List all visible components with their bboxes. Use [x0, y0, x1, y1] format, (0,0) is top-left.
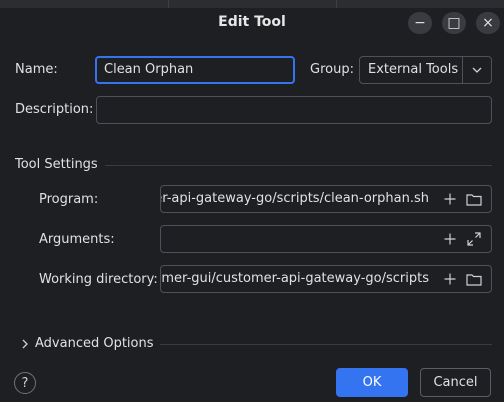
close-icon: × [482, 15, 494, 31]
chevron-right-icon [18, 339, 32, 349]
help-icon: ? [21, 375, 29, 391]
group-dropdown[interactable]: External Tools [359, 56, 492, 84]
minimize-button[interactable]: − [408, 12, 432, 34]
group-dropdown-toggle[interactable] [462, 57, 491, 83]
tool-settings-heading: Tool Settings [15, 157, 98, 172]
minimize-icon: − [414, 15, 426, 31]
plus-icon[interactable] [441, 230, 459, 248]
folder-icon[interactable] [465, 270, 483, 288]
program-input-value: er-api-gateway-go/scripts/clean-orphan.s… [160, 191, 429, 206]
expand-icon[interactable] [465, 230, 483, 248]
strip-divider [336, 0, 337, 8]
cancel-button[interactable]: Cancel [420, 368, 491, 397]
working-directory-input-value: mer-gui/customer-api-gateway-go/scripts [161, 271, 429, 286]
arguments-input[interactable] [160, 225, 492, 253]
strip-divider [168, 0, 169, 8]
description-label: Description: [15, 102, 94, 117]
working-directory-input[interactable]: mer-gui/customer-api-gateway-go/scripts [160, 265, 492, 293]
plus-icon[interactable] [441, 270, 459, 288]
advanced-options-label: Advanced Options [35, 336, 154, 351]
program-input[interactable]: er-api-gateway-go/scripts/clean-orphan.s… [160, 185, 492, 213]
working-directory-label: Working directory: [39, 272, 158, 287]
background-window-strip [0, 0, 504, 8]
name-label: Name: [15, 62, 58, 77]
advanced-divider [160, 344, 492, 345]
chevron-down-icon [472, 67, 482, 73]
group-label: Group: [310, 62, 354, 77]
program-label: Program: [39, 192, 99, 207]
description-input[interactable] [96, 96, 492, 124]
arguments-label: Arguments: [39, 232, 115, 247]
help-button[interactable]: ? [14, 372, 36, 394]
plus-icon[interactable] [441, 190, 459, 208]
group-dropdown-value: External Tools [368, 62, 459, 77]
name-input[interactable]: Clean Orphan [95, 56, 295, 84]
maximize-button[interactable]: □ [442, 12, 466, 34]
folder-icon[interactable] [465, 190, 483, 208]
name-input-value: Clean Orphan [104, 62, 194, 77]
close-button[interactable]: × [476, 12, 500, 34]
maximize-icon: □ [447, 15, 461, 31]
title-bar[interactable]: Edit Tool − □ × [0, 8, 504, 38]
ok-button[interactable]: OK [336, 368, 408, 397]
advanced-options-toggle[interactable]: Advanced Options [18, 336, 154, 351]
section-divider [105, 165, 492, 166]
